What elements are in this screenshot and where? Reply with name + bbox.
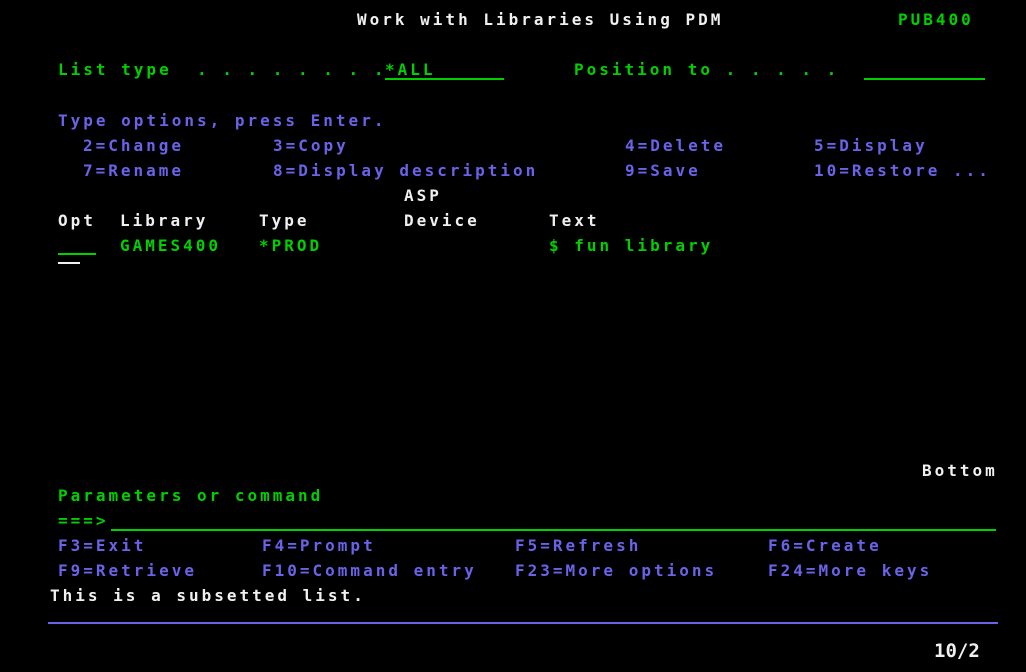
list-type-input[interactable]: *ALL: [385, 60, 436, 80]
position-to-field-underline[interactable]: [864, 78, 985, 80]
option-5-display: 5=Display: [814, 136, 928, 155]
option-10-restore: 10=Restore ...: [814, 161, 991, 180]
option-3-copy: 3=Copy: [273, 136, 349, 155]
row-opt-field-underline[interactable]: [58, 253, 96, 255]
command-label: Parameters or command: [58, 486, 324, 505]
function-key-f3[interactable]: F3=Exit: [58, 536, 146, 556]
option-8-display-description: 8=Display description: [273, 161, 539, 180]
function-key-f5[interactable]: F5=Refresh: [515, 536, 641, 556]
command-prompt-arrow: ===>: [58, 511, 109, 530]
row-library-type: *PROD: [259, 236, 323, 255]
position-to-label: Position to . . . . .: [574, 60, 840, 79]
function-key-f9[interactable]: F9=Retrieve: [58, 561, 197, 581]
row-text-description: $ fun library: [549, 236, 714, 255]
function-key-f6[interactable]: F6=Create: [768, 536, 882, 556]
function-key-f4[interactable]: F4=Prompt: [262, 536, 376, 556]
text-cursor: [58, 262, 80, 264]
column-header-type: Type: [259, 211, 310, 230]
terminal-screen: Work with Libraries Using PDM PUB400 Lis…: [0, 0, 1026, 672]
list-type-label: List type . . . . . . . .: [58, 60, 387, 79]
list-type-field-underline[interactable]: [385, 78, 504, 80]
instruction-text: Type options, press Enter.: [58, 111, 387, 130]
column-header-text: Text: [549, 211, 600, 230]
function-key-f10[interactable]: F10=Command entry: [262, 561, 477, 581]
page-title: Work with Libraries Using PDM: [357, 10, 724, 29]
row-library-name: GAMES400: [120, 236, 222, 255]
cursor-position-indicator: 10/2: [934, 640, 980, 662]
command-input-underline[interactable]: [111, 529, 996, 531]
status-separator: [48, 622, 998, 624]
system-name: PUB400: [898, 10, 974, 29]
asp-column-header: ASP: [404, 186, 442, 205]
column-header-library: Library: [120, 211, 209, 230]
status-message: This is a subsetted list.: [50, 586, 366, 605]
option-9-save: 9=Save: [625, 161, 701, 180]
option-7-rename: 7=Rename: [83, 161, 185, 180]
column-header-opt: Opt: [58, 211, 96, 230]
function-key-f23[interactable]: F23=More options: [515, 561, 717, 581]
option-4-delete: 4=Delete: [625, 136, 727, 155]
function-key-f24[interactable]: F24=More keys: [768, 561, 932, 581]
list-bottom-indicator: Bottom: [922, 461, 998, 480]
column-header-device: Device: [404, 211, 480, 230]
option-2-change: 2=Change: [83, 136, 185, 155]
